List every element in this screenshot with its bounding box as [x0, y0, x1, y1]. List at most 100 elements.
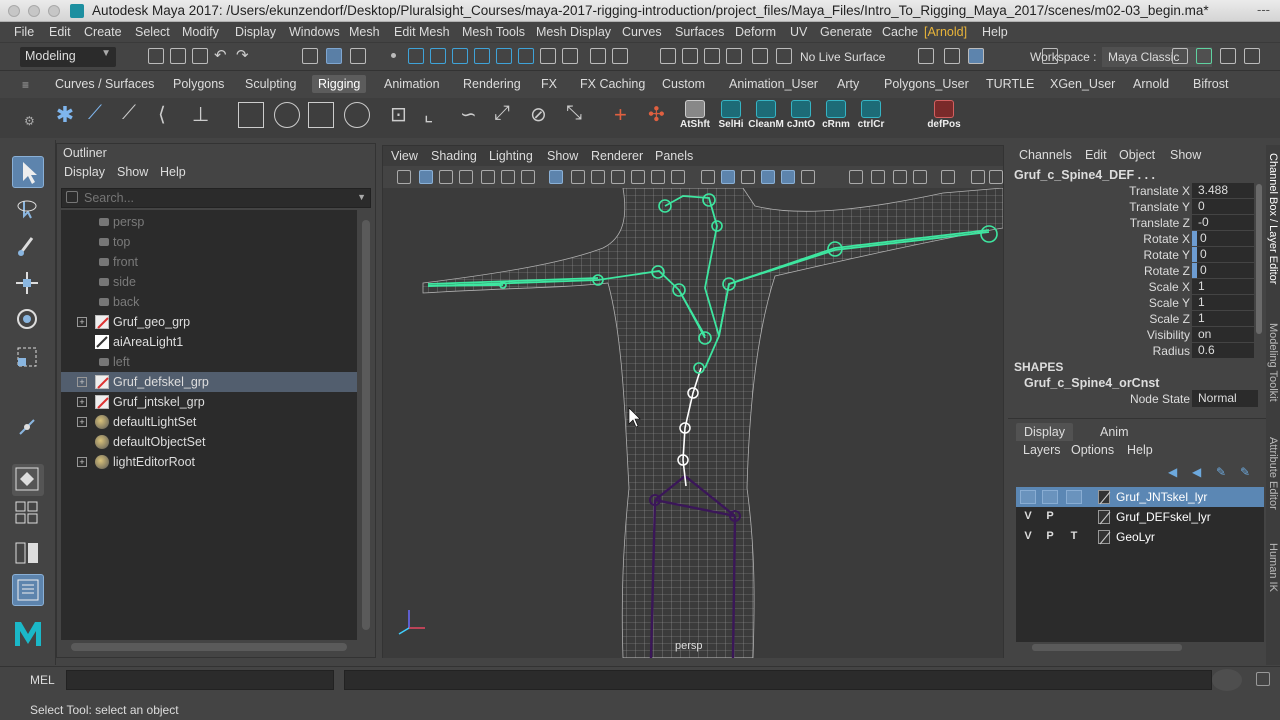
lock-icon[interactable]	[590, 48, 606, 64]
xray-icon[interactable]	[761, 170, 775, 184]
expand-icon[interactable]: +	[77, 457, 87, 467]
shelf-tab-polygons[interactable]: Polygons	[173, 77, 224, 91]
grid-icon[interactable]	[549, 170, 563, 184]
menu-modify[interactable]: Modify	[182, 25, 219, 39]
snap-point-icon[interactable]	[452, 48, 468, 64]
channel-attribute-value[interactable]: 0	[1192, 247, 1254, 262]
channel-attribute-name[interactable]: Rotate Z	[1144, 264, 1190, 278]
channel-attribute-row[interactable]: Translate X 3.488	[1008, 183, 1256, 199]
locator-icon[interactable]: +	[614, 102, 640, 128]
shape-node-name[interactable]: Gruf_c_Spine4_orCnst	[1024, 376, 1159, 390]
channel-attribute-row[interactable]: Rotate X0	[1008, 231, 1256, 247]
channel-attribute-value[interactable]: 0	[1192, 263, 1254, 278]
select-tool-icon[interactable]	[12, 156, 44, 188]
menu-display[interactable]: Display	[235, 25, 276, 39]
shelf-script-selhi[interactable]: SelHi	[713, 100, 749, 136]
layer-playback-toggle[interactable]: P	[1042, 490, 1058, 504]
outliner-item[interactable]: persp	[61, 212, 357, 232]
outliner-item[interactable]: aiAreaLight1	[61, 332, 357, 352]
shelf-script-cjnto[interactable]: cJntO	[783, 100, 819, 136]
outliner-vertical-scrollbar[interactable]	[361, 210, 371, 640]
snap-view-plane-icon[interactable]	[474, 48, 490, 64]
channel-attribute-name[interactable]: Rotate Y	[1144, 248, 1190, 262]
camera-attributes-icon[interactable]	[419, 170, 433, 184]
new-layer-icon[interactable]: ✎	[1216, 465, 1226, 479]
camera-select-icon[interactable]	[397, 170, 411, 184]
shelf-tab-rigging[interactable]: Rigging	[312, 75, 367, 93]
point-constraint-icon[interactable]: ⊡	[390, 102, 416, 128]
layer-display-type-toggle[interactable]: T	[1066, 530, 1082, 544]
expand-icon[interactable]: +	[77, 397, 87, 407]
channel-attribute-row[interactable]: Scale Y1	[1008, 295, 1256, 311]
shadows-icon[interactable]	[849, 170, 863, 184]
channel-attribute-value[interactable]: 0.6	[1192, 343, 1254, 358]
shelf-tab-polygons-user[interactable]: Polygons_User	[884, 77, 969, 91]
channel-show-menu[interactable]: Show	[1170, 148, 1201, 162]
expand-icon[interactable]: +	[77, 417, 87, 427]
magnet-icon[interactable]	[612, 48, 628, 64]
select-component-icon[interactable]	[350, 48, 366, 64]
annotate-icon[interactable]	[521, 170, 535, 184]
symmetry-icon[interactable]	[540, 48, 556, 64]
outliner-item[interactable]: + Gruf_defskel_grp	[61, 372, 357, 392]
scroll-thumb[interactable]	[71, 643, 347, 651]
channel-attribute-row[interactable]: Translate Y0	[1008, 199, 1256, 215]
shelf-tab-curves-surfaces[interactable]: Curves / Surfaces	[55, 77, 154, 91]
snap-grid-icon[interactable]	[408, 48, 424, 64]
bind-skin-icon[interactable]	[238, 102, 264, 128]
channel-attribute-row[interactable]: Rotate Y0	[1008, 247, 1256, 263]
render-settings-icon[interactable]	[752, 48, 768, 64]
film-gate-icon[interactable]	[571, 170, 585, 184]
ik-spline-icon[interactable]: ⟋	[122, 102, 148, 128]
layer-color-swatch[interactable]	[1098, 530, 1111, 545]
layer-tab-anim[interactable]: Anim	[1092, 423, 1136, 441]
move-layer-down-icon[interactable]: ◀	[1192, 465, 1201, 479]
outliner-search-input[interactable]	[84, 190, 344, 206]
viewport-menu-show[interactable]: Show	[547, 149, 578, 163]
shelf-script-cleanm[interactable]: CleanM	[748, 100, 784, 136]
outliner-item[interactable]: + Gruf_jntskel_grp	[61, 392, 357, 412]
menu-create[interactable]: Create	[84, 25, 122, 39]
channel-attribute-name[interactable]: Radius	[1153, 344, 1190, 358]
grease-pencil-icon[interactable]	[501, 170, 515, 184]
maximize-pane-icon[interactable]	[971, 170, 985, 184]
motion-blur-icon[interactable]	[893, 170, 907, 184]
scroll-thumb[interactable]	[362, 220, 370, 630]
expand-icon[interactable]: +	[77, 317, 87, 327]
shelf-tab-bifrost[interactable]: Bifrost	[1193, 77, 1228, 91]
menu-surfaces[interactable]: Surfaces	[675, 25, 724, 39]
shelf-tab-sculpting[interactable]: Sculpting	[245, 77, 296, 91]
outliner-item[interactable]: + lightEditorRoot	[61, 452, 357, 472]
smooth-shade-icon[interactable]	[721, 170, 735, 184]
channel-attribute-row[interactable]: Translate Z -0	[1008, 215, 1256, 231]
menu-mesh-tools[interactable]: Mesh Tools	[462, 25, 525, 39]
modeling-toolkit-icon[interactable]	[1172, 48, 1188, 64]
expand-icon[interactable]: +	[77, 377, 87, 387]
mel-command-input[interactable]	[66, 670, 334, 690]
layer-playback-toggle[interactable]: P	[1042, 510, 1058, 524]
layer-display-type-toggle[interactable]	[1066, 490, 1082, 504]
menu-deform[interactable]: Deform	[735, 25, 776, 39]
outliner-item[interactable]: + defaultLightSet	[61, 412, 357, 432]
shelf-script-defpos[interactable]: defPos	[926, 100, 962, 136]
open-scene-icon[interactable]	[170, 48, 186, 64]
menu-cache[interactable]: Cache	[882, 25, 918, 39]
two-d-pan-icon[interactable]	[481, 170, 495, 184]
anti-aliasing-icon[interactable]	[913, 170, 927, 184]
viewport-menu-view[interactable]: View	[391, 149, 418, 163]
tab-human-ik[interactable]: Human IK	[1267, 543, 1279, 592]
channel-attribute-row[interactable]: Rotate Z0	[1008, 263, 1256, 279]
attribute-editor-icon[interactable]	[1196, 48, 1212, 64]
channel-node-name[interactable]: Gruf_c_Spine4_DEF . . .	[1014, 168, 1155, 182]
outliner-item[interactable]: side	[61, 272, 357, 292]
last-tool-icon[interactable]	[12, 412, 44, 444]
shelf-script-crnm[interactable]: cRnm	[818, 100, 854, 136]
channel-attribute-row[interactable]: Visibility on	[1008, 327, 1256, 343]
channel-attribute-value[interactable]: 3.488	[1192, 183, 1254, 198]
shelf-tab-fx[interactable]: FX	[541, 77, 557, 91]
channel-attribute-name[interactable]: Translate Y	[1129, 200, 1190, 214]
channel-box-icon[interactable]	[1244, 48, 1260, 64]
image-plane-icon[interactable]	[459, 170, 473, 184]
layer-row[interactable]: V P Gruf_DEFskel_lyr	[1016, 507, 1264, 527]
paint-select-tool-icon[interactable]	[12, 230, 44, 262]
